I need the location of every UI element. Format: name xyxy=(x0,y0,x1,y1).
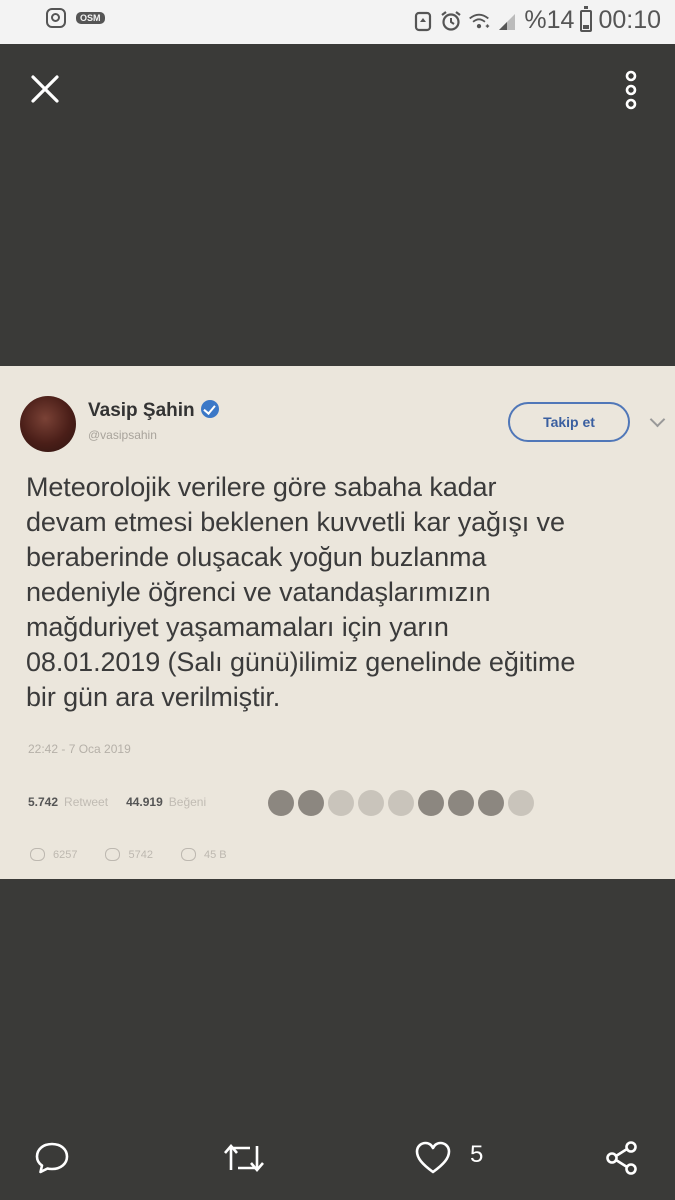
instagram-icon xyxy=(46,8,66,28)
reply-bubble-icon xyxy=(35,1142,69,1174)
more-options-button[interactable] xyxy=(618,70,644,110)
clock: 00:10 xyxy=(598,6,661,34)
close-button[interactable] xyxy=(28,72,62,106)
tweet-card: Vasip Şahin @vasipsahin Takip et Meteoro… xyxy=(0,366,675,879)
like-button[interactable] xyxy=(414,1140,452,1176)
reply-button[interactable] xyxy=(34,1140,70,1176)
likes-label: Beğeni xyxy=(168,795,207,809)
tweet-reply-count: 6257 xyxy=(30,848,77,861)
tweet-retweet-count: 5742 xyxy=(105,848,153,861)
tweet-text: Meteorolojik verilere göre sabaha kadar … xyxy=(26,472,576,712)
osm-app-icon: OSM xyxy=(76,12,105,24)
follow-button-label: Takip et xyxy=(508,402,630,442)
heart-icon xyxy=(415,1141,451,1174)
tweet-stats: 5.742 Retweet 44.919 Beğeni xyxy=(28,795,218,809)
liker-avatar xyxy=(418,790,444,816)
tweet-handle: @vasipsahin xyxy=(88,428,157,442)
liker-avatar xyxy=(268,790,294,816)
tweet-user: Vasip Şahin xyxy=(88,400,219,422)
liker-avatar xyxy=(358,790,384,816)
tweet-photo[interactable]: Vasip Şahin @vasipsahin Takip et Meteoro… xyxy=(0,366,675,879)
tweet-timestamp: 22:42 - 7 Oca 2019 xyxy=(28,742,131,756)
close-icon xyxy=(31,75,59,103)
status-bar: OSM %14 00:10 xyxy=(0,0,675,44)
retweets-label: Retweet xyxy=(64,795,109,809)
retweet-icon xyxy=(105,848,121,861)
alarm-icon xyxy=(441,10,462,31)
status-left-icons: OSM xyxy=(46,8,105,28)
liker-avatar xyxy=(298,790,324,816)
retweets-count: 5.742 xyxy=(28,795,59,809)
share-button[interactable] xyxy=(604,1140,640,1176)
signal-icon xyxy=(499,13,516,30)
tweet-user-name: Vasip Şahin xyxy=(88,400,195,421)
verified-badge-icon xyxy=(200,400,219,418)
liker-avatars xyxy=(268,790,534,816)
liker-avatar xyxy=(328,790,354,816)
liker-avatar xyxy=(478,790,504,816)
retweet-icon xyxy=(224,1144,264,1172)
avatar xyxy=(20,396,76,452)
reply-icon xyxy=(30,848,45,861)
status-right: %14 00:10 xyxy=(412,5,661,35)
more-vert-icon xyxy=(625,70,637,110)
battery-percent: %14 xyxy=(524,6,575,34)
liker-avatar xyxy=(388,790,414,816)
tweet-like-count: 45 B xyxy=(180,848,227,861)
liker-avatar xyxy=(448,790,474,816)
battery-icon xyxy=(580,5,593,32)
like-count: 5 xyxy=(470,1141,484,1168)
share-icon xyxy=(606,1141,637,1175)
retweet-button[interactable] xyxy=(222,1140,266,1176)
liker-avatar xyxy=(508,790,534,816)
heart-icon xyxy=(180,848,196,861)
tweet-actions: 6257 5742 45 B xyxy=(30,848,227,861)
likes-count: 44.919 xyxy=(126,795,163,809)
wifi-icon xyxy=(469,13,490,28)
bottom-action-bar xyxy=(0,1120,675,1200)
recycle-icon xyxy=(415,11,432,31)
chevron-down-icon xyxy=(649,411,666,428)
